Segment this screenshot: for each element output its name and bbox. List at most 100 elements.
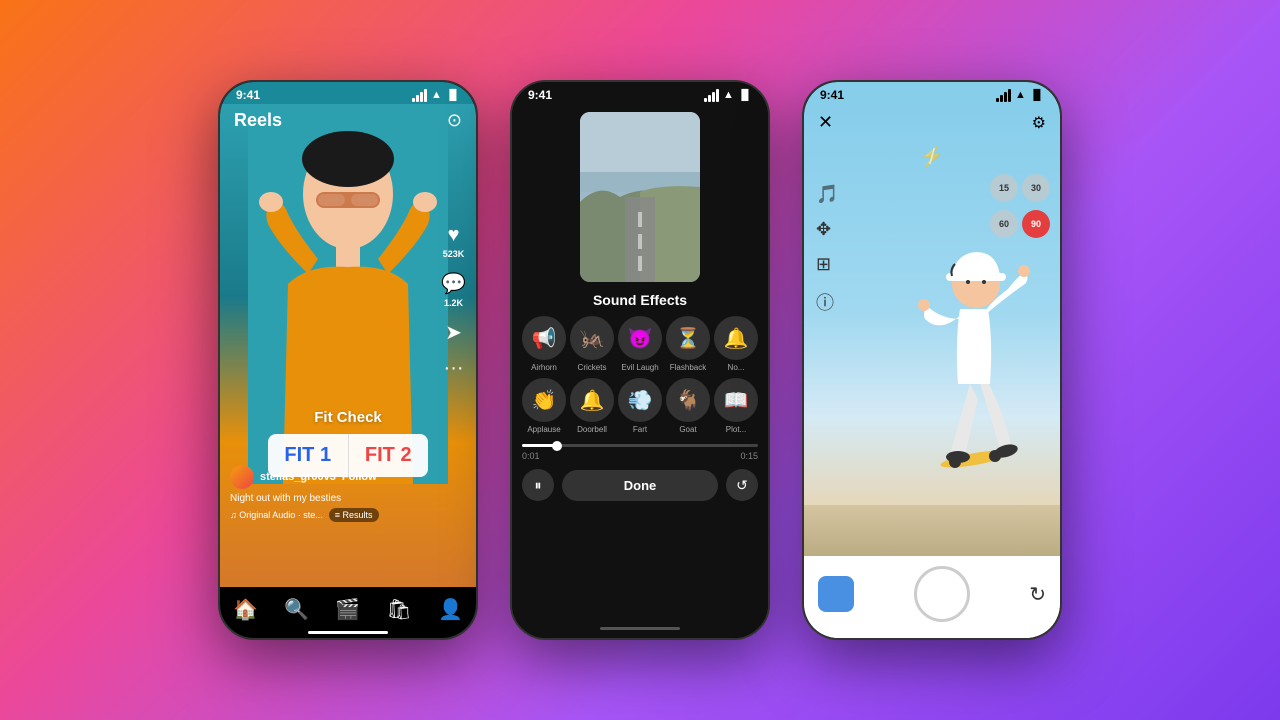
timeline-times: 0:01 0:15 [522, 451, 758, 461]
doorbell-icon: 🔔 [570, 378, 614, 422]
nav-shop[interactable]: 🛍 [386, 597, 411, 622]
effect-plot[interactable]: 📖 Plot... [712, 378, 760, 434]
status-icons-1: ▲ ▐▌ [412, 89, 460, 102]
layout-icon[interactable]: ⊞ [816, 254, 838, 275]
effect-doorbell[interactable]: 🔔 Doorbell [568, 378, 616, 434]
fit-check-title: Fit Check [314, 409, 382, 426]
more-button[interactable]: ··· [444, 357, 464, 380]
nav-home[interactable]: 🏠 [233, 597, 258, 622]
timer-30[interactable]: 30 [1022, 174, 1050, 202]
pause-button[interactable]: ⏸ [522, 469, 554, 501]
username: stellas_gr00v3 [260, 471, 336, 483]
timer-90[interactable]: 90 [1022, 210, 1050, 238]
evil-laugh-icon: 😈 [618, 316, 662, 360]
signal-icon-3 [996, 89, 1011, 102]
flashback-icon: ⏳ [666, 316, 710, 360]
close-button[interactable]: ✕ [818, 112, 833, 133]
caption: Night out with my besties [230, 493, 436, 504]
signal-icon-2 [704, 89, 719, 102]
status-icons-2: ▲ ▐▌ [704, 89, 752, 102]
fart-icon: 💨 [618, 378, 662, 422]
info-icon[interactable]: ⓘ [816, 289, 838, 315]
audio-label: ♫ Original Audio · ste... [230, 510, 323, 520]
share-icon: ➤ [445, 320, 462, 345]
camera-content: ✕ ⚙ ⚡/ 🎵 ✥ ⊞ ⓘ 15 30 60 90 [804, 104, 1060, 625]
color-swatch[interactable] [818, 576, 854, 612]
reels-header: Reels ⊙ [220, 104, 476, 137]
signal-icon [412, 89, 427, 102]
right-actions: ♥ 523K 💬 1.2K ➤ ··· [441, 224, 466, 380]
home-indicator [308, 631, 388, 634]
like-button[interactable]: ♥ 523K [443, 224, 465, 259]
status-icons-3: ▲ ▐▌ [996, 89, 1044, 102]
home-indicator-2 [512, 618, 768, 638]
effect-crickets[interactable]: 🦗 Crickets [568, 316, 616, 372]
crickets-label: Crickets [578, 363, 607, 372]
battery-icon-3: ▐▌ [1030, 90, 1044, 101]
battery-icon: ▐▌ [446, 90, 460, 101]
camera-header: ✕ ⚙ [804, 104, 1060, 141]
side-tools: 🎵 ✥ ⊞ ⓘ [816, 184, 838, 315]
status-bar-phone1: 9:41 ▲ ▐▌ [220, 82, 476, 104]
results-badge[interactable]: ≡ Results [329, 508, 379, 522]
nav-search[interactable]: 🔍 [284, 597, 309, 622]
comment-count: 1.2K [444, 298, 463, 308]
airhorn-icon: 📢 [522, 316, 566, 360]
wifi-icon: ▲ [431, 89, 442, 101]
status-time-3: 9:41 [820, 88, 844, 102]
fart-label: Fart [633, 425, 647, 434]
replay-button[interactable]: ↺ [726, 469, 758, 501]
flash-disabled-icon[interactable]: ⚡/ [920, 144, 945, 169]
timeline-area: 0:01 0:15 [522, 444, 758, 461]
timer-row1: 15 30 [990, 174, 1050, 202]
follow-button[interactable]: Follow [342, 471, 377, 483]
sound-effects-content: Sound Effects 📢 Airhorn 🦗 Crickets 😈 Evi… [512, 104, 768, 618]
comment-icon: 💬 [441, 271, 466, 296]
effect-goat[interactable]: 🐐 Goat [664, 378, 712, 434]
phone-sound-effects: 9:41 ▲ ▐▌ [510, 80, 770, 640]
share-button[interactable]: ➤ [445, 320, 462, 345]
airhorn-label: Airhorn [531, 363, 557, 372]
home-bar [600, 627, 680, 630]
effects-grid-row1: 📢 Airhorn 🦗 Crickets 😈 Evil Laugh ⏳ Flas… [512, 316, 768, 372]
heart-icon: ♥ [448, 224, 460, 247]
video-preview [580, 112, 700, 282]
status-time-2: 9:41 [528, 88, 552, 102]
camera-icon[interactable]: ⊙ [447, 110, 462, 131]
done-button[interactable]: Done [562, 470, 718, 501]
evil-laugh-label: Evil Laugh [621, 363, 658, 372]
shutter-button[interactable] [914, 566, 970, 622]
music-note-icon[interactable]: 🎵 [816, 184, 838, 205]
timer-15[interactable]: 15 [990, 174, 1018, 202]
settings-button[interactable]: ⚙ [1032, 113, 1046, 133]
nav-profile[interactable]: 👤 [438, 597, 463, 622]
timer-row2: 60 90 [990, 210, 1050, 238]
effect-notification[interactable]: 🔔 No... [712, 316, 760, 372]
effect-evil-laugh[interactable]: 😈 Evil Laugh [616, 316, 664, 372]
battery-icon-2: ▐▌ [738, 90, 752, 101]
flip-camera-icon[interactable]: ↻ [1029, 582, 1046, 607]
reels-title: Reels [234, 110, 282, 131]
wifi-icon-3: ▲ [1015, 89, 1026, 101]
nav-reels[interactable]: 🎬 [335, 597, 360, 622]
notification-icon: 🔔 [714, 316, 758, 360]
phone-reels: 9:41 ▲ ▐▌ [218, 80, 478, 640]
timeline-bar[interactable] [522, 444, 758, 447]
effect-airhorn[interactable]: 📢 Airhorn [520, 316, 568, 372]
camera-bottom-bar: ↻ [804, 556, 1060, 638]
user-row: stellas_gr00v3 Follow [230, 465, 436, 489]
avatar [230, 465, 254, 489]
audio-row: ♫ Original Audio · ste... ≡ Results [230, 508, 436, 522]
timer-60[interactable]: 60 [990, 210, 1018, 238]
done-row: ⏸ Done ↺ [512, 461, 768, 509]
comment-button[interactable]: 💬 1.2K [441, 271, 466, 308]
wifi-icon-2: ▲ [723, 89, 734, 101]
applause-label: Applause [527, 425, 560, 434]
crickets-icon: 🦗 [570, 316, 614, 360]
results-text: ≡ Results [335, 510, 373, 520]
effect-flashback[interactable]: ⏳ Flashback [664, 316, 712, 372]
goat-label: Goat [679, 425, 696, 434]
move-icon[interactable]: ✥ [816, 219, 838, 240]
effect-fart[interactable]: 💨 Fart [616, 378, 664, 434]
effect-applause[interactable]: 👏 Applause [520, 378, 568, 434]
